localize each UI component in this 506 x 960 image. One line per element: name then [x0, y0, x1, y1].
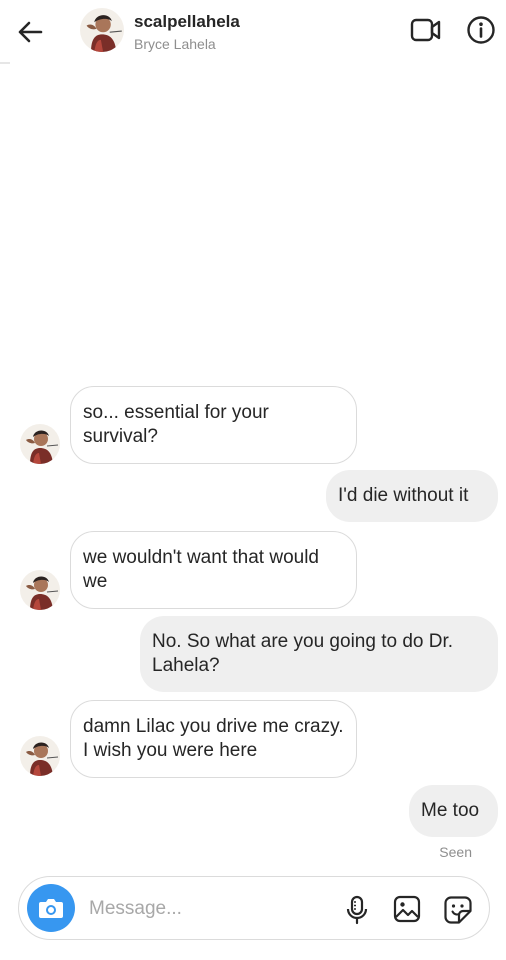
sender-avatar[interactable]	[20, 570, 60, 610]
gallery-button[interactable]	[393, 895, 421, 923]
incoming-message[interactable]: so... essential for your survival?	[70, 386, 357, 464]
incoming-message[interactable]: damn Lilac you drive me crazy. I wish yo…	[70, 700, 357, 778]
message-composer	[18, 876, 490, 940]
video-call-button[interactable]	[410, 16, 442, 44]
outgoing-message[interactable]: I'd die without it	[326, 470, 498, 522]
outgoing-message[interactable]: No. So what are you going to do Dr. Lahe…	[140, 616, 498, 692]
sender-avatar[interactable]	[20, 424, 60, 464]
gallery-icon	[393, 895, 421, 923]
video-camera-icon	[410, 18, 441, 42]
sender-avatar[interactable]	[20, 736, 60, 776]
voice-message-button[interactable]	[345, 895, 369, 925]
outgoing-message[interactable]: Me too	[409, 785, 498, 837]
sticker-button[interactable]	[443, 895, 473, 925]
arrow-left-icon	[18, 21, 43, 43]
seen-status: Seen	[439, 844, 472, 860]
chat-full-name: Bryce Lahela	[134, 36, 216, 52]
camera-button[interactable]	[27, 884, 75, 932]
message-input[interactable]	[89, 897, 329, 921]
divider	[0, 62, 10, 64]
chat-header: scalpellahela Bryce Lahela	[0, 0, 506, 64]
info-icon	[467, 16, 495, 44]
header-avatar[interactable]	[80, 8, 124, 52]
chat-username[interactable]: scalpellahela	[134, 12, 240, 32]
info-button[interactable]	[466, 15, 496, 45]
back-button[interactable]	[16, 18, 46, 46]
sticker-icon	[444, 896, 472, 924]
camera-icon	[39, 899, 63, 918]
microphone-icon	[346, 895, 368, 925]
incoming-message[interactable]: we wouldn't want that would we	[70, 531, 357, 609]
